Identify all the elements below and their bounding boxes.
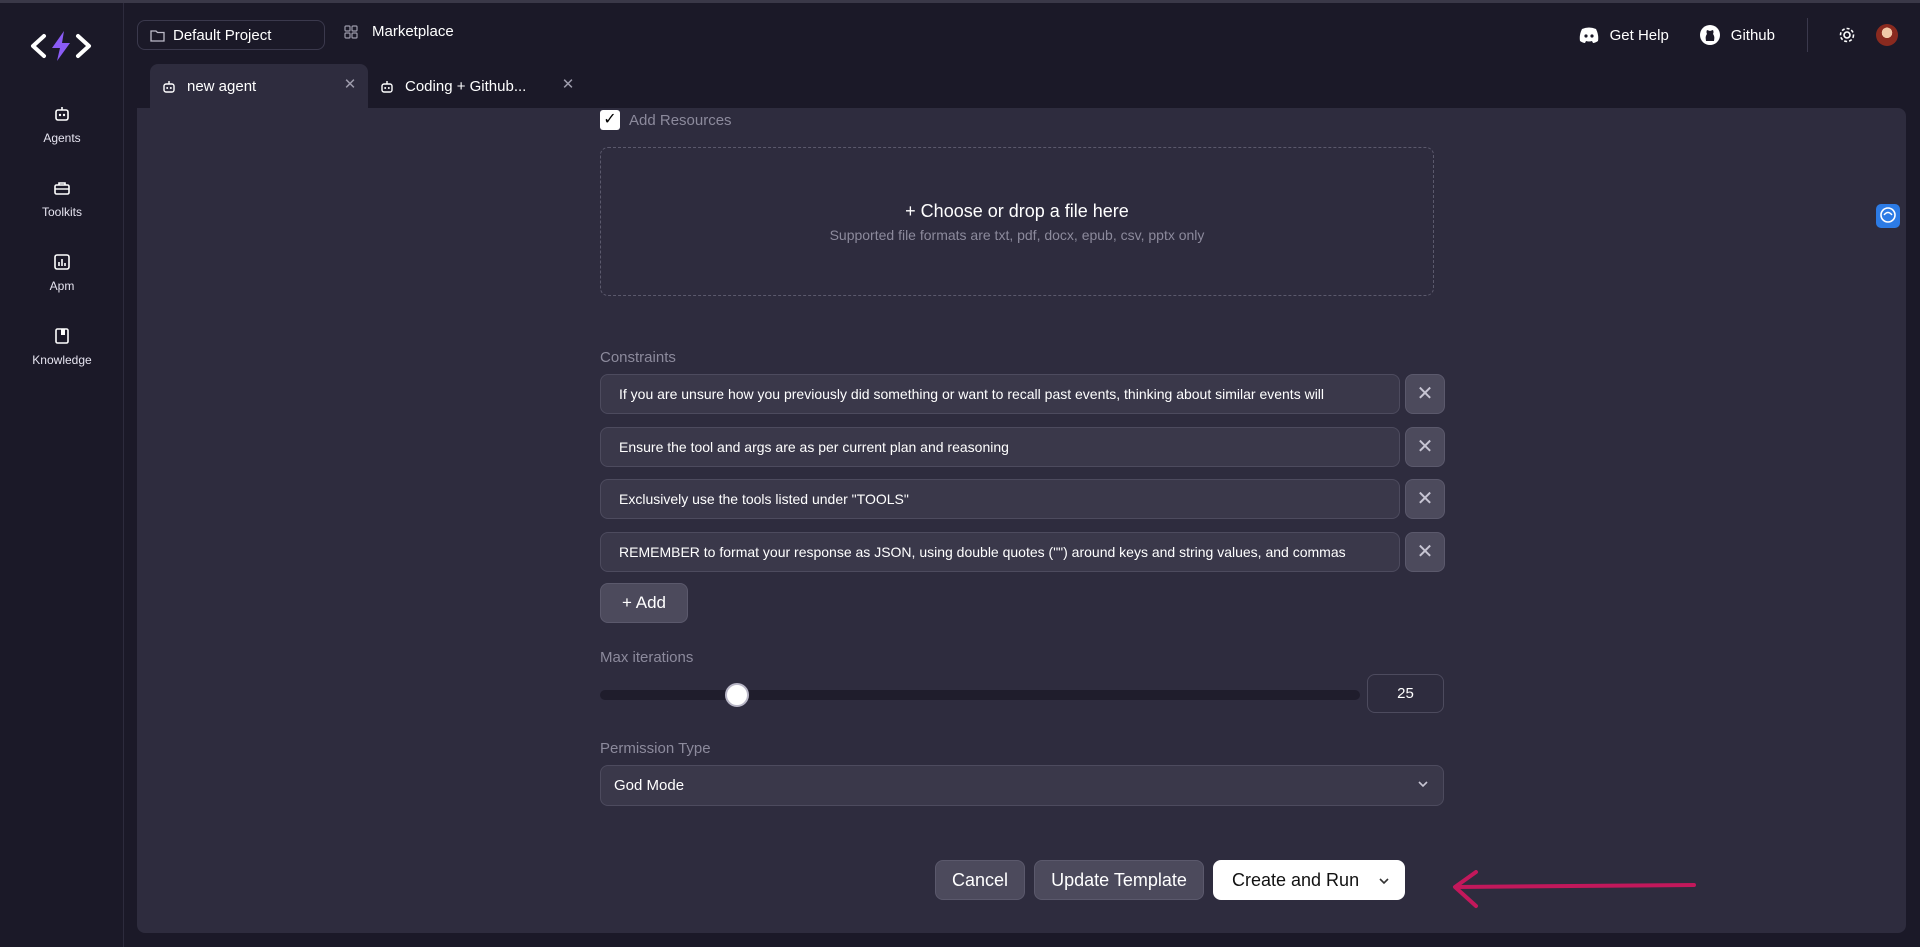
remove-constraint-button[interactable]: ✕ (1405, 374, 1445, 414)
project-name: Default Project (173, 26, 272, 44)
project-selector[interactable]: Default Project (137, 20, 325, 50)
permission-type-label: Permission Type (600, 740, 711, 757)
close-icon[interactable]: ✕ (560, 77, 576, 93)
github-link[interactable]: Github (1699, 24, 1775, 46)
max-iterations-label: Max iterations (600, 649, 694, 666)
dropzone-subtitle: Supported file formats are txt, pdf, doc… (829, 227, 1205, 243)
chart-icon (51, 251, 73, 273)
sidebar-item-label: Agents (43, 131, 81, 145)
constraint-row: Ensure the tool and args are as per curr… (600, 427, 1445, 467)
sidebar-item-label: Toolkits (41, 205, 82, 219)
sidebar-item-label: Apm (49, 279, 75, 293)
file-dropzone[interactable]: + Choose or drop a file here Supported f… (600, 147, 1434, 296)
constraint-row: Exclusively use the tools listed under "… (600, 479, 1445, 519)
sidebar-item-knowledge[interactable]: Knowledge (0, 317, 124, 379)
superagi-logo-icon[interactable] (30, 29, 92, 63)
constraint-row: If you are unsure how you previously did… (600, 374, 1445, 414)
chevron-down-icon (1417, 766, 1429, 805)
cancel-button[interactable]: Cancel (935, 860, 1025, 900)
tab-coding-github[interactable]: Coding + Github... ✕ (368, 64, 586, 109)
top-right-actions: Get Help Github (1578, 18, 1920, 52)
helper-widget-icon[interactable] (1876, 204, 1900, 228)
robot-icon (163, 80, 175, 93)
get-help-link[interactable]: Get Help (1578, 27, 1669, 44)
add-resources-row: ✓ Add Resources (600, 110, 732, 130)
update-template-button[interactable]: Update Template (1034, 860, 1204, 900)
get-help-label: Get Help (1609, 26, 1669, 44)
constraints-label: Constraints (600, 349, 676, 366)
constraint-input[interactable]: Ensure the tool and args are as per curr… (600, 427, 1400, 467)
create-and-run-label: Create and Run (1232, 870, 1360, 890)
marketplace-link[interactable]: Marketplace (344, 23, 454, 40)
add-resources-label: Add Resources (629, 111, 732, 129)
discord-icon (1579, 27, 1598, 43)
constraint-input[interactable]: If you are unsure how you previously did… (600, 374, 1400, 414)
close-icon[interactable]: ✕ (342, 77, 358, 93)
robot-icon (51, 103, 73, 125)
sidebar-item-agents[interactable]: Agents (0, 95, 124, 157)
folder-icon (150, 29, 165, 42)
sidebar-item-apm[interactable]: Apm (0, 243, 124, 305)
add-constraint-button[interactable]: + Add (600, 583, 688, 623)
tab-new-agent[interactable]: new agent ✕ (150, 64, 368, 109)
grid-icon (344, 24, 358, 39)
robot-icon (381, 80, 393, 93)
constraint-input[interactable]: REMEMBER to format your response as JSON… (600, 532, 1400, 572)
constraint-row: REMEMBER to format your response as JSON… (600, 532, 1445, 572)
github-icon (1699, 25, 1720, 45)
top-bar: Default Project Marketplace Get Help Git… (124, 3, 1920, 65)
remove-constraint-button[interactable]: ✕ (1405, 479, 1445, 519)
add-resources-checkbox[interactable]: ✓ (600, 110, 620, 130)
create-and-run-button[interactable]: Create and Run (1213, 860, 1405, 900)
tab-label: Coding + Github... (405, 78, 527, 95)
toolbox-icon (51, 177, 73, 199)
max-iterations-slider[interactable] (600, 683, 1360, 707)
agent-form-panel: ✓ Add Resources + Choose or drop a file … (137, 108, 1906, 933)
max-iterations-input[interactable]: 25 (1367, 674, 1444, 713)
slider-thumb[interactable] (724, 683, 749, 707)
chevron-down-icon[interactable] (1378, 875, 1390, 887)
agent-form: ✓ Add Resources + Choose or drop a file … (600, 108, 1445, 933)
avatar[interactable] (1876, 24, 1898, 46)
annotation-arrow-icon (1453, 870, 1696, 908)
sidebar: Agents Toolkits Apm Knowledge (0, 3, 124, 947)
marketplace-label: Marketplace (372, 23, 454, 40)
permission-type-value: God Mode (614, 777, 685, 794)
dropzone-title: + Choose or drop a file here (905, 201, 1129, 221)
remove-constraint-button[interactable]: ✕ (1405, 427, 1445, 467)
github-label: Github (1730, 26, 1775, 44)
constraint-input[interactable]: Exclusively use the tools listed under "… (600, 479, 1400, 519)
sidebar-item-label: Knowledge (32, 353, 92, 367)
tab-label: new agent (187, 78, 257, 95)
remove-constraint-button[interactable]: ✕ (1405, 532, 1445, 572)
gear-icon[interactable] (1838, 26, 1856, 44)
book-icon (51, 325, 73, 347)
permission-type-select[interactable]: God Mode (600, 765, 1444, 806)
sidebar-item-toolkits[interactable]: Toolkits (0, 169, 124, 231)
topbar-divider (1807, 18, 1808, 52)
